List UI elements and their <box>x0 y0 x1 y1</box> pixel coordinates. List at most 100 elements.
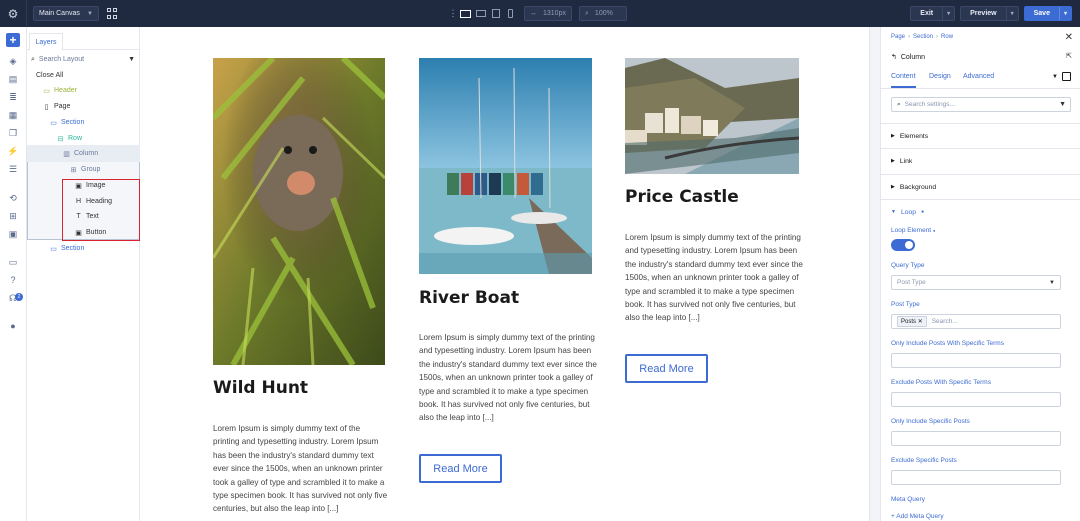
layers-search[interactable]: ⌕ Search Layout ▼ <box>31 53 137 66</box>
close-all-toggle[interactable]: Close All <box>36 68 149 83</box>
layers-icon[interactable]: ◈ <box>6 54 20 68</box>
post-type-label: Post Type <box>891 301 920 308</box>
close-icon[interactable]: ✕ <box>1065 32 1073 43</box>
caret-right-icon: ▶ <box>891 184 895 190</box>
section-icon: ▭ <box>50 245 57 253</box>
read-more-button[interactable]: Read More <box>419 454 502 483</box>
loop-element-toggle[interactable] <box>891 239 915 251</box>
card-image-river-boat[interactable] <box>419 58 592 274</box>
settings-gear-icon[interactable]: ⚙ <box>0 0 27 27</box>
settings-search[interactable]: ⌕ Search settings... ▼ <box>891 97 1071 112</box>
interaction-icon[interactable]: ⚡ <box>6 144 20 158</box>
card-title[interactable]: River Boat <box>419 288 519 308</box>
card-text[interactable]: Lorem Ipsum is simply dummy text of the … <box>625 231 803 325</box>
settings-search-input[interactable]: Search settings... <box>905 101 955 108</box>
grid-view-icon[interactable] <box>107 8 118 19</box>
add-meta-query-button[interactable]: + Add Meta Query <box>891 513 944 520</box>
chevron-down-icon[interactable]: ▾ <box>1005 7 1018 20</box>
breadcrumb: Page › Section › Row <box>891 34 953 40</box>
dot-indicator-icon: ● <box>932 228 936 233</box>
tree-item-header[interactable]: ▭ Header <box>42 83 155 98</box>
page-icon: ▯ <box>44 103 49 111</box>
tablet-view-icon[interactable] <box>488 6 503 21</box>
breadcrumb-item[interactable]: Row <box>941 34 953 40</box>
section-loop[interactable]: ▼ Loop ● <box>881 199 1080 224</box>
card-title[interactable]: Wild Hunt <box>213 378 308 398</box>
laptop-view-icon[interactable] <box>473 6 488 21</box>
canvas-width-field[interactable]: ↔ 1310px <box>524 6 572 21</box>
section-link[interactable]: ▶ Link <box>881 148 1080 173</box>
card-image-wild-hunt[interactable] <box>213 58 385 365</box>
chevron-down-icon[interactable]: ▾ <box>1058 7 1071 20</box>
exclude-terms-input[interactable] <box>891 392 1061 407</box>
caret-right-icon: ▶ <box>891 158 895 164</box>
card-image-price-castle[interactable] <box>625 58 799 174</box>
tree-item-label: Row <box>68 135 83 142</box>
remove-icon[interactable]: ✕ <box>918 319 923 325</box>
header-icon: ▭ <box>43 87 50 95</box>
toggle-mode-icon[interactable]: ● <box>6 319 20 333</box>
loop-element-label: Loop Element ● <box>891 227 935 234</box>
database-icon[interactable]: ≣ <box>6 90 20 104</box>
section-background[interactable]: ▶ Background <box>881 174 1080 199</box>
section-elements[interactable]: ▶ Elements <box>881 123 1080 148</box>
pages-icon[interactable]: ▤ <box>6 72 20 86</box>
only-terms-label: Only Include Posts With Specific Terms <box>891 340 1004 347</box>
help-icon[interactable]: ? <box>6 273 20 287</box>
canvas-scrollbar[interactable] <box>869 27 880 521</box>
caret-down-icon[interactable]: ▼ <box>1052 74 1058 80</box>
pin-icon[interactable]: ⇱ <box>1066 52 1072 60</box>
filter-icon[interactable]: ▼ <box>1059 101 1066 108</box>
settings-panel: Page › Section › Row ✕ ↰ Column ⇱ Conten… <box>880 27 1080 521</box>
card-text[interactable]: Lorem Ipsum is simply dummy text of the … <box>213 422 388 516</box>
filter-icon[interactable]: ▼ <box>128 56 135 63</box>
more-vertical-icon[interactable]: ⋮ <box>448 8 458 19</box>
tab-advanced[interactable]: Advanced <box>963 73 994 80</box>
card-text[interactable]: Lorem Ipsum is simply dummy text of the … <box>419 331 597 425</box>
read-more-label: Read More <box>433 462 488 475</box>
tab-content[interactable]: Content <box>891 73 916 88</box>
sliders-icon[interactable]: ☰ <box>6 162 20 176</box>
exclude-posts-input[interactable] <box>891 470 1061 485</box>
post-type-search[interactable]: Search... <box>932 318 958 325</box>
only-terms-input[interactable] <box>891 353 1061 368</box>
card-title[interactable]: Price Castle <box>625 187 739 207</box>
breadcrumb-item[interactable]: Page <box>891 34 905 40</box>
post-type-chip[interactable]: Posts ✕ <box>897 316 927 327</box>
tree-item-label: Page <box>54 103 71 110</box>
post-type-field[interactable]: Posts ✕ Search... <box>891 314 1061 329</box>
layers-search-input[interactable]: Search Layout <box>39 56 84 63</box>
tab-label: Advanced <box>963 73 995 80</box>
breadcrumb-item[interactable]: Section <box>913 34 933 40</box>
pages-list-icon[interactable]: ▭ <box>6 255 20 269</box>
tab-design[interactable]: Design <box>929 73 951 80</box>
caret-right-icon: ▶ <box>891 133 895 139</box>
only-posts-input[interactable] <box>891 431 1061 446</box>
copy-icon[interactable]: ❐ <box>6 126 20 140</box>
phone-view-icon[interactable] <box>503 6 518 21</box>
canvas-width-value: 1310px <box>543 10 566 17</box>
zoom-field[interactable]: ⌕ 100% <box>579 6 627 21</box>
exit-button[interactable]: Exit ▾ <box>910 6 956 21</box>
preview-button[interactable]: Preview ▾ <box>960 6 1019 21</box>
back-arrow-icon[interactable]: ↰ <box>891 53 897 61</box>
layers-panel: Layers ⌕ Search Layout ▼ Close All ▭ Hea… <box>27 27 140 521</box>
column-icon: ▥ <box>63 150 70 158</box>
query-type-select[interactable]: Post Type ▼ <box>891 275 1061 290</box>
state-square-icon[interactable] <box>1062 72 1071 81</box>
tree-item-label: Close All <box>36 72 64 79</box>
desktop-view-icon[interactable] <box>458 6 473 21</box>
tree-item-page[interactable]: ▯ Page <box>42 99 155 114</box>
row-icon: ⊟ <box>57 135 64 143</box>
canvas-select[interactable]: Main Canvas ▼ <box>33 6 99 21</box>
loop-builder-icon[interactable]: ⟲ <box>6 191 20 205</box>
chevron-down-icon[interactable]: ▾ <box>942 7 954 20</box>
harbor-photo <box>419 58 592 274</box>
save-button[interactable]: Save ▾ <box>1023 6 1072 21</box>
read-more-button[interactable]: Read More <box>625 354 708 383</box>
tab-layers[interactable]: Layers <box>29 33 63 51</box>
add-element-icon[interactable]: + <box>6 33 20 47</box>
media-icon[interactable]: ▣ <box>6 227 20 241</box>
template-icon[interactable]: ▦ <box>6 108 20 122</box>
sitemap-icon[interactable]: ⊞ <box>6 209 20 223</box>
